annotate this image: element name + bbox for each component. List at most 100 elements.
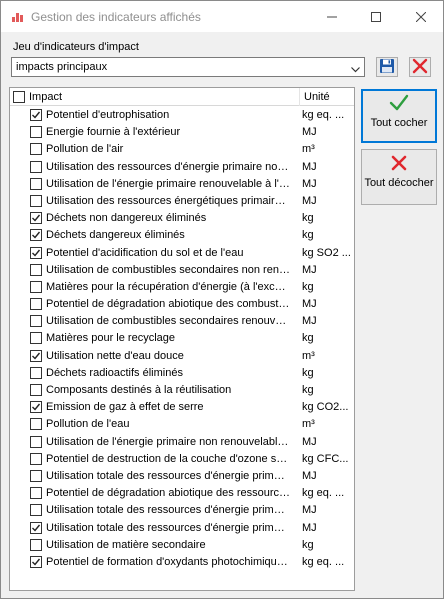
row-checkbox[interactable] bbox=[30, 229, 42, 242]
chevron-down-icon bbox=[351, 64, 360, 76]
row-impact: Matières pour le recyclage bbox=[46, 332, 176, 345]
row-unit: MJ bbox=[302, 504, 317, 517]
row-impact: Potentiel de dégradation abiotique des r… bbox=[46, 487, 290, 500]
row-checkbox[interactable] bbox=[30, 160, 42, 173]
table-row[interactable]: Pollution de l'air m³ bbox=[10, 141, 354, 158]
row-unit: MJ bbox=[302, 521, 317, 534]
row-unit: MJ bbox=[302, 126, 317, 139]
check-all-button[interactable]: Tout cocher bbox=[361, 89, 437, 143]
red-x-icon bbox=[390, 154, 408, 175]
table-row[interactable]: Déchets dangereux éliminés kg bbox=[10, 227, 354, 244]
row-impact: Potentiel d'eutrophisation bbox=[46, 109, 170, 121]
table-row[interactable]: Déchets radioactifs éliminés kg bbox=[10, 365, 354, 382]
table-row[interactable]: Composants destinés à la réutilisation kg bbox=[10, 382, 354, 399]
row-impact: Potentiel de dégradation abiotique des c… bbox=[46, 298, 290, 311]
check-all-label: Tout cocher bbox=[370, 117, 428, 129]
column-header-unit[interactable]: Unité bbox=[304, 91, 330, 103]
row-checkbox[interactable] bbox=[30, 452, 42, 465]
row-checkbox[interactable] bbox=[30, 332, 42, 345]
table-row[interactable]: Pollution de l'eau m³ bbox=[10, 416, 354, 433]
row-unit: kg CFC... bbox=[302, 452, 349, 465]
table-row[interactable]: Utilisation de l'énergie primaire renouv… bbox=[10, 176, 354, 193]
row-checkbox[interactable] bbox=[30, 366, 42, 379]
delete-set-button[interactable] bbox=[409, 57, 431, 77]
table-row[interactable]: Utilisation totale des ressources d'éner… bbox=[10, 468, 354, 485]
row-checkbox[interactable] bbox=[30, 469, 42, 482]
row-checkbox[interactable] bbox=[30, 349, 42, 362]
row-checkbox[interactable] bbox=[30, 177, 42, 190]
row-checkbox[interactable] bbox=[30, 212, 42, 225]
row-checkbox[interactable] bbox=[30, 298, 42, 311]
table-row[interactable]: Utilisation de matière secondaire kg bbox=[10, 537, 354, 554]
row-checkbox[interactable] bbox=[30, 126, 42, 139]
row-checkbox[interactable] bbox=[30, 418, 42, 431]
row-unit: kg SO2 ... bbox=[302, 246, 351, 259]
row-unit: MJ bbox=[302, 263, 317, 276]
row-checkbox[interactable] bbox=[30, 435, 42, 448]
table-row[interactable]: Potentiel d'eutrophisation kg eq. ... bbox=[10, 107, 354, 124]
table-row[interactable]: Utilisation totale des ressources d'éner… bbox=[10, 502, 354, 519]
select-all-checkbox[interactable] bbox=[13, 91, 25, 103]
row-checkbox[interactable] bbox=[30, 487, 42, 500]
close-button[interactable] bbox=[399, 1, 443, 32]
row-checkbox[interactable] bbox=[30, 555, 42, 568]
table-row[interactable]: Utilisation totale des ressources d'éner… bbox=[10, 520, 354, 537]
row-impact: Energie fournie à l'extérieur bbox=[46, 126, 181, 139]
row-unit: kg eq. ... bbox=[302, 555, 345, 568]
table-row[interactable]: Potentiel de formation d'oxydants photoc… bbox=[10, 554, 354, 571]
row-checkbox[interactable] bbox=[30, 263, 42, 276]
column-header-impact[interactable]: Impact bbox=[29, 91, 62, 103]
row-impact: Potentiel d'acidification du sol et de l… bbox=[46, 246, 244, 259]
row-impact: Utilisation de l'énergie primaire renouv… bbox=[46, 177, 290, 190]
maximize-icon bbox=[371, 11, 381, 22]
row-unit: kg bbox=[302, 384, 314, 396]
row-unit: kg bbox=[302, 538, 314, 551]
row-impact: Matières pour la récupération d'énergie … bbox=[46, 280, 290, 293]
table-row[interactable]: Utilisation de combustibles secondaires … bbox=[10, 262, 354, 279]
indicator-set-select[interactable]: impacts principaux bbox=[11, 57, 365, 77]
row-unit: m³ bbox=[302, 143, 315, 156]
row-checkbox[interactable] bbox=[30, 521, 42, 534]
row-impact: Potentiel de formation d'oxydants photoc… bbox=[46, 555, 290, 568]
title-bar[interactable]: Gestion des indicateurs affichés bbox=[1, 1, 443, 32]
row-checkbox[interactable] bbox=[30, 280, 42, 293]
row-impact: Utilisation nette d'eau douce bbox=[46, 349, 184, 362]
table-row[interactable]: Potentiel d'acidification du sol et de l… bbox=[10, 245, 354, 262]
row-checkbox[interactable] bbox=[30, 143, 42, 156]
row-checkbox[interactable] bbox=[30, 384, 42, 396]
row-checkbox[interactable] bbox=[30, 109, 42, 121]
table-row[interactable]: Matières pour le recyclage kg bbox=[10, 330, 354, 347]
table-row[interactable]: Potentiel de destruction de la couche d'… bbox=[10, 451, 354, 468]
table-row[interactable]: Utilisation des ressources énergétiques … bbox=[10, 193, 354, 210]
maximize-button[interactable] bbox=[354, 1, 398, 32]
table-row[interactable]: Utilisation de combustibles secondaires … bbox=[10, 313, 354, 330]
row-checkbox[interactable] bbox=[30, 246, 42, 259]
impact-grid[interactable]: Impact Unité Potentiel d'eutrophisation k… bbox=[9, 87, 355, 591]
row-checkbox[interactable] bbox=[30, 538, 42, 551]
row-checkbox[interactable] bbox=[30, 401, 42, 414]
table-row[interactable]: Déchets non dangereux éliminés kg bbox=[10, 210, 354, 227]
table-row[interactable]: Potentiel de dégradation abiotique des r… bbox=[10, 485, 354, 502]
table-row[interactable]: Energie fournie à l'extérieur MJ bbox=[10, 124, 354, 141]
table-row[interactable]: Matières pour la récupération d'énergie … bbox=[10, 279, 354, 296]
row-unit: kg bbox=[302, 212, 314, 225]
table-row[interactable]: Utilisation des ressources d'énergie pri… bbox=[10, 159, 354, 176]
table-row[interactable]: Emission de gaz à effet de serre kg CO2..… bbox=[10, 399, 354, 416]
save-button[interactable] bbox=[376, 57, 398, 77]
indicator-set-label: Jeu d'indicateurs d'impact bbox=[13, 41, 139, 53]
row-checkbox[interactable] bbox=[30, 194, 42, 207]
row-impact: Utilisation totale des ressources d'éner… bbox=[46, 521, 290, 534]
table-row[interactable]: Utilisation nette d'eau douce m³ bbox=[10, 348, 354, 365]
table-row[interactable]: Potentiel de dégradation abiotique des c… bbox=[10, 296, 354, 313]
table-row[interactable]: Utilisation de l'énergie primaire non re… bbox=[10, 434, 354, 451]
row-impact: Déchets dangereux éliminés bbox=[46, 229, 185, 242]
row-impact: Déchets non dangereux éliminés bbox=[46, 212, 207, 225]
row-checkbox[interactable] bbox=[30, 315, 42, 328]
grid-rows: Potentiel d'eutrophisation kg eq. ... Ener… bbox=[10, 107, 354, 571]
row-unit: kg bbox=[302, 366, 314, 379]
row-checkbox[interactable] bbox=[30, 504, 42, 517]
row-impact: Utilisation de l'énergie primaire non re… bbox=[46, 435, 290, 448]
row-impact: Utilisation de matière secondaire bbox=[46, 538, 206, 551]
uncheck-all-button[interactable]: Tout décocher bbox=[361, 149, 437, 205]
minimize-button[interactable] bbox=[310, 1, 354, 32]
